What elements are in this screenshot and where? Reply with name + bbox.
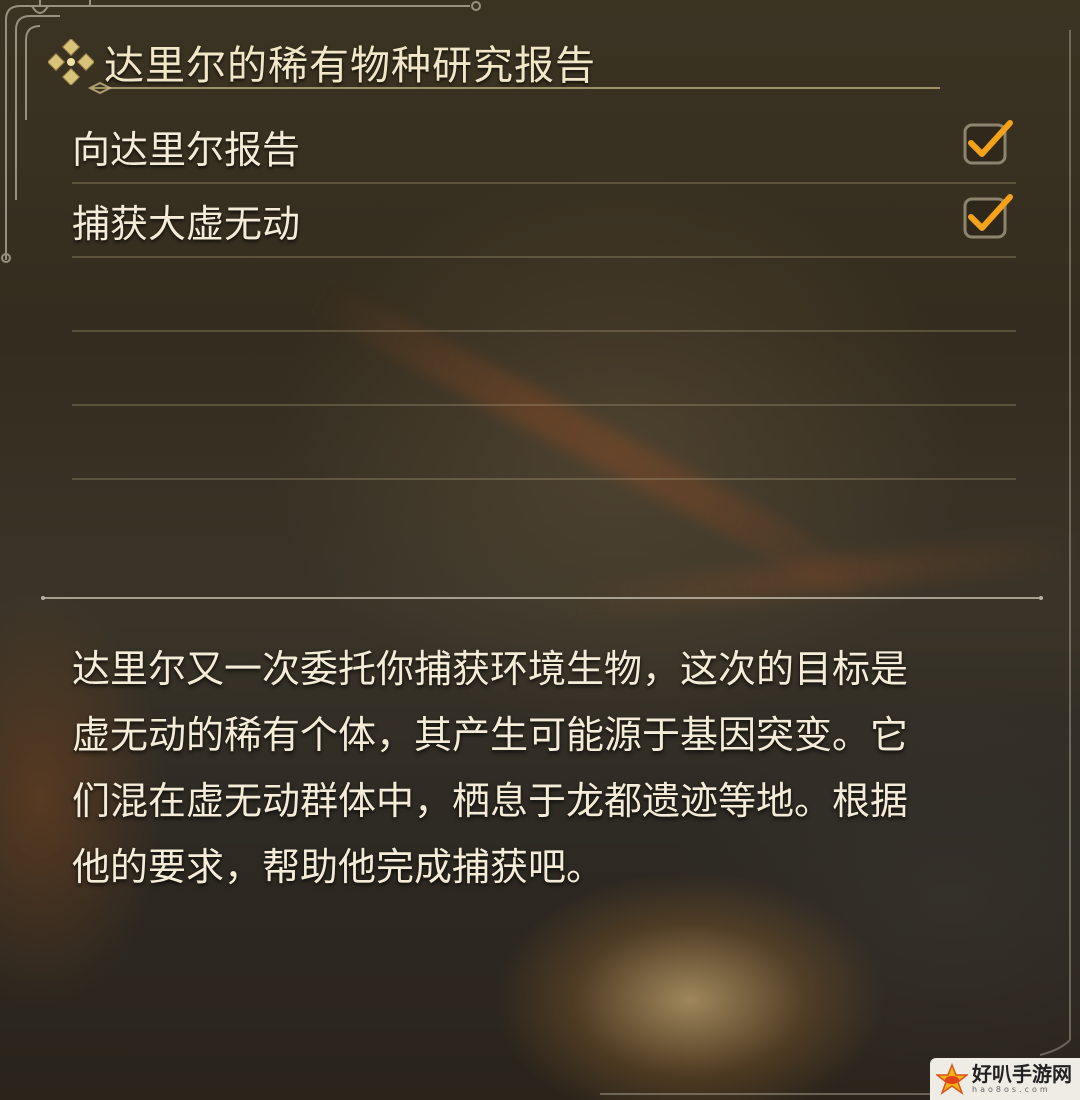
objective-row: 向达里尔报告 [72,110,1016,184]
quest-title-row: 达里尔的稀有物种研究报告 [48,34,596,90]
site-watermark: 好叭手游网 hao8os.com [930,1058,1080,1100]
objective-label: 向达里尔报告 [72,127,301,172]
objective-label: 捕获大虚无动 [72,201,301,246]
objective-list: 向达里尔报告 捕获大虚无动 [72,110,1016,480]
watermark-name: 好叭手游网 [972,1062,1072,1086]
checkmark-icon [963,194,1013,243]
checkmark-icon [963,120,1013,169]
quest-sparkle-icon [48,39,94,85]
quest-title: 达里尔的稀有物种研究报告 [104,43,596,89]
objective-row-empty [72,258,1016,332]
objective-row-empty [72,406,1016,480]
watermark-domain: hao8os.com [972,1085,1051,1094]
objective-row: 捕获大虚无动 [72,184,1016,258]
site-logo-icon [936,1063,968,1095]
section-divider [41,596,1043,600]
quest-description: 达里尔又一次委托你捕获环境生物，这次的目标是虚无动的稀有个体，其产生可能源于基因… [72,647,909,889]
objective-row-empty [72,332,1016,406]
